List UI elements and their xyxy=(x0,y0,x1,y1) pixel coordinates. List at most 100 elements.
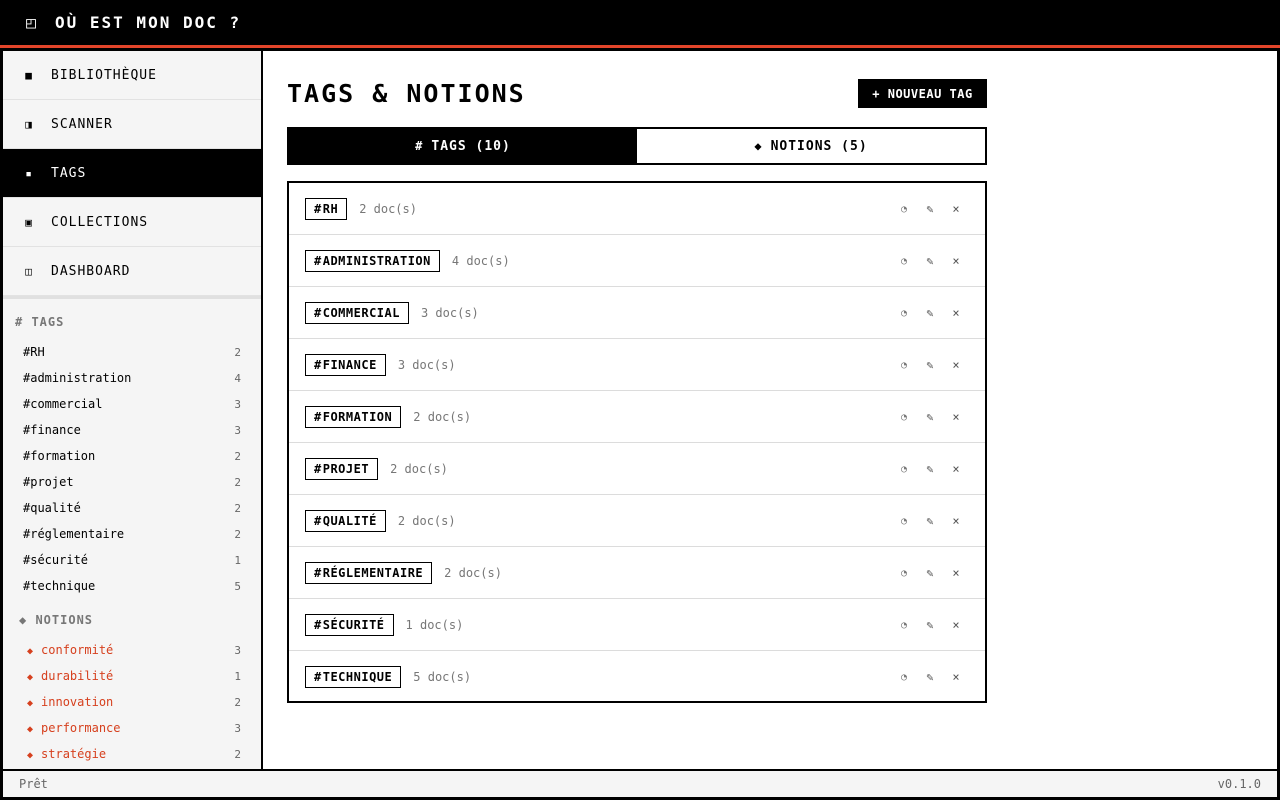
sidebar-tag-count: 2 xyxy=(234,345,241,359)
sidebar-tag-label: #commercial xyxy=(23,397,103,411)
page-title: TAGS & NOTIONS xyxy=(287,79,526,108)
tag-name: FORMATION xyxy=(322,409,393,424)
tag-row: # PROJET 2 doc(s) ◔ ✎ × xyxy=(289,443,985,495)
sidebar-tag-count: 2 xyxy=(234,501,241,515)
sidebar-notion-count: 2 xyxy=(234,695,241,709)
merge-icon[interactable]: ◔ xyxy=(891,308,917,319)
tab-label: NOTIONS (5) xyxy=(770,138,868,154)
edit-icon[interactable]: ✎ xyxy=(917,358,943,372)
tab-tags[interactable]: # TAGS (10) xyxy=(289,129,637,163)
sidebar-tag-label: #administration xyxy=(23,371,132,385)
nav-item-collections[interactable]: ▣ COLLECTIONS xyxy=(3,198,261,247)
sidebar-tag-item[interactable]: #technique 5 xyxy=(23,573,241,599)
sidebar-tags-heading: # TAGS xyxy=(15,315,65,329)
delete-icon[interactable]: × xyxy=(943,306,969,320)
sidebar-tag-item[interactable]: #commercial 3 xyxy=(23,391,241,417)
sidebar-tag-item[interactable]: #formation 2 xyxy=(23,443,241,469)
new-tag-button[interactable]: + NOUVEAU TAG xyxy=(858,79,987,108)
merge-icon[interactable]: ◔ xyxy=(891,568,917,579)
nav-item-tags[interactable]: ▪ TAGS xyxy=(3,149,261,198)
tag-row: # SÉCURITÉ 1 doc(s) ◔ ✎ × xyxy=(289,599,985,651)
nav-item-dashboard[interactable]: ◫ DASHBOARD xyxy=(3,247,261,296)
sidebar-tag-count: 2 xyxy=(234,449,241,463)
tab-notions[interactable]: ◆ NOTIONS (5) xyxy=(637,129,985,163)
delete-icon[interactable]: × xyxy=(943,670,969,684)
sidebar-tag-item[interactable]: #RH 2 xyxy=(23,339,241,365)
edit-icon[interactable]: ✎ xyxy=(917,462,943,476)
edit-icon[interactable]: ✎ xyxy=(917,566,943,580)
delete-icon[interactable]: × xyxy=(943,254,969,268)
delete-icon[interactable]: × xyxy=(943,514,969,528)
merge-icon[interactable]: ◔ xyxy=(891,672,917,683)
hash-icon: # xyxy=(314,617,322,632)
edit-icon[interactable]: ✎ xyxy=(917,514,943,528)
tag-chip[interactable]: # PROJET xyxy=(305,457,379,480)
merge-icon[interactable]: ◔ xyxy=(891,204,917,215)
row-actions: ◔ ✎ × xyxy=(891,495,969,547)
sidebar-notion-item[interactable]: ◆ conformité 3 xyxy=(23,637,241,663)
sidebar-tag-count: 2 xyxy=(234,527,241,541)
app-window: ◰ OÙ EST MON DOC ? ■ BIBLIOTHÈQUE ◨ SCANNER… xyxy=(0,0,1280,800)
tag-row: # FINANCE 3 doc(s) ◔ ✎ × xyxy=(289,339,985,391)
tag-name: RH xyxy=(322,201,339,216)
sidebar-tag-count: 5 xyxy=(234,579,241,593)
tag-chip[interactable]: # FORMATION xyxy=(305,405,402,428)
merge-icon[interactable]: ◔ xyxy=(891,256,917,267)
merge-icon[interactable]: ◔ xyxy=(891,516,917,527)
tag-name: COMMERCIAL xyxy=(322,305,400,320)
merge-icon[interactable]: ◔ xyxy=(891,620,917,631)
sidebar-tag-item[interactable]: #projet 2 xyxy=(23,469,241,495)
tag-chip[interactable]: # QUALITÉ xyxy=(305,509,386,532)
merge-icon[interactable]: ◔ xyxy=(891,464,917,475)
version-label: v0.1.0 xyxy=(1217,777,1261,791)
diamond-icon: ◆ xyxy=(27,750,34,761)
sidebar-notion-count: 2 xyxy=(234,747,241,761)
merge-icon[interactable]: ◔ xyxy=(891,360,917,371)
hash-icon: # xyxy=(314,357,322,372)
sidebar-tag-item[interactable]: #sécurité 1 xyxy=(23,547,241,573)
app-title: OÙ EST MON DOC ? xyxy=(55,13,242,32)
sidebar-notion-item[interactable]: ◆ performance 3 xyxy=(23,715,241,741)
sidebar-notion-item[interactable]: ◆ stratégie 2 xyxy=(23,741,241,767)
nav-item-bibliotheque[interactable]: ■ BIBLIOTHÈQUE xyxy=(3,51,261,100)
tag-chip[interactable]: # SÉCURITÉ xyxy=(305,613,394,636)
delete-icon[interactable]: × xyxy=(943,410,969,424)
edit-icon[interactable]: ✎ xyxy=(917,410,943,424)
tag-doc-count: 3 doc(s) xyxy=(420,305,479,320)
tag-chip[interactable]: # RH xyxy=(305,197,348,220)
sidebar-tag-item[interactable]: #réglementaire 2 xyxy=(23,521,241,547)
tab-label: TAGS (10) xyxy=(431,138,511,154)
delete-icon[interactable]: × xyxy=(943,202,969,216)
delete-icon[interactable]: × xyxy=(943,358,969,372)
tag-doc-count: 1 doc(s) xyxy=(405,617,464,632)
nav-item-scanner[interactable]: ◨ SCANNER xyxy=(3,100,261,149)
sidebar-notion-count: 3 xyxy=(234,643,241,657)
nav-item-label: SCANNER xyxy=(51,116,113,132)
delete-icon[interactable]: × xyxy=(943,462,969,476)
app-logo-icon: ◰ xyxy=(26,13,36,32)
edit-icon[interactable]: ✎ xyxy=(917,254,943,268)
sidebar-notion-item[interactable]: ◆ innovation 2 xyxy=(23,689,241,715)
tag-chip[interactable]: # RÉGLEMENTAIRE xyxy=(305,561,433,584)
sidebar-tag-item[interactable]: #administration 4 xyxy=(23,365,241,391)
merge-icon[interactable]: ◔ xyxy=(891,412,917,423)
edit-icon[interactable]: ✎ xyxy=(917,618,943,632)
sidebar-tag-item[interactable]: #qualité 2 xyxy=(23,495,241,521)
tag-chip[interactable]: # ADMINISTRATION xyxy=(305,249,440,272)
nav-item-label: COLLECTIONS xyxy=(51,214,149,230)
sidebar-tag-count: 2 xyxy=(234,475,241,489)
sidebar-tag-item[interactable]: #finance 3 xyxy=(23,417,241,443)
tag-doc-count: 4 doc(s) xyxy=(451,253,510,268)
tag-chip[interactable]: # FINANCE xyxy=(305,353,386,376)
edit-icon[interactable]: ✎ xyxy=(917,202,943,216)
edit-icon[interactable]: ✎ xyxy=(917,670,943,684)
tag-chip[interactable]: # TECHNIQUE xyxy=(305,666,402,688)
delete-icon[interactable]: × xyxy=(943,618,969,632)
edit-icon[interactable]: ✎ xyxy=(917,306,943,320)
sidebar-notion-item[interactable]: ◆ durabilité 1 xyxy=(23,663,241,689)
tag-row: # TECHNIQUE 5 doc(s) ◔ ✎ × xyxy=(289,651,985,703)
delete-icon[interactable]: × xyxy=(943,566,969,580)
tag-chip[interactable]: # COMMERCIAL xyxy=(305,301,409,324)
tag-doc-count: 3 doc(s) xyxy=(397,357,456,372)
hash-icon: # xyxy=(314,201,322,216)
